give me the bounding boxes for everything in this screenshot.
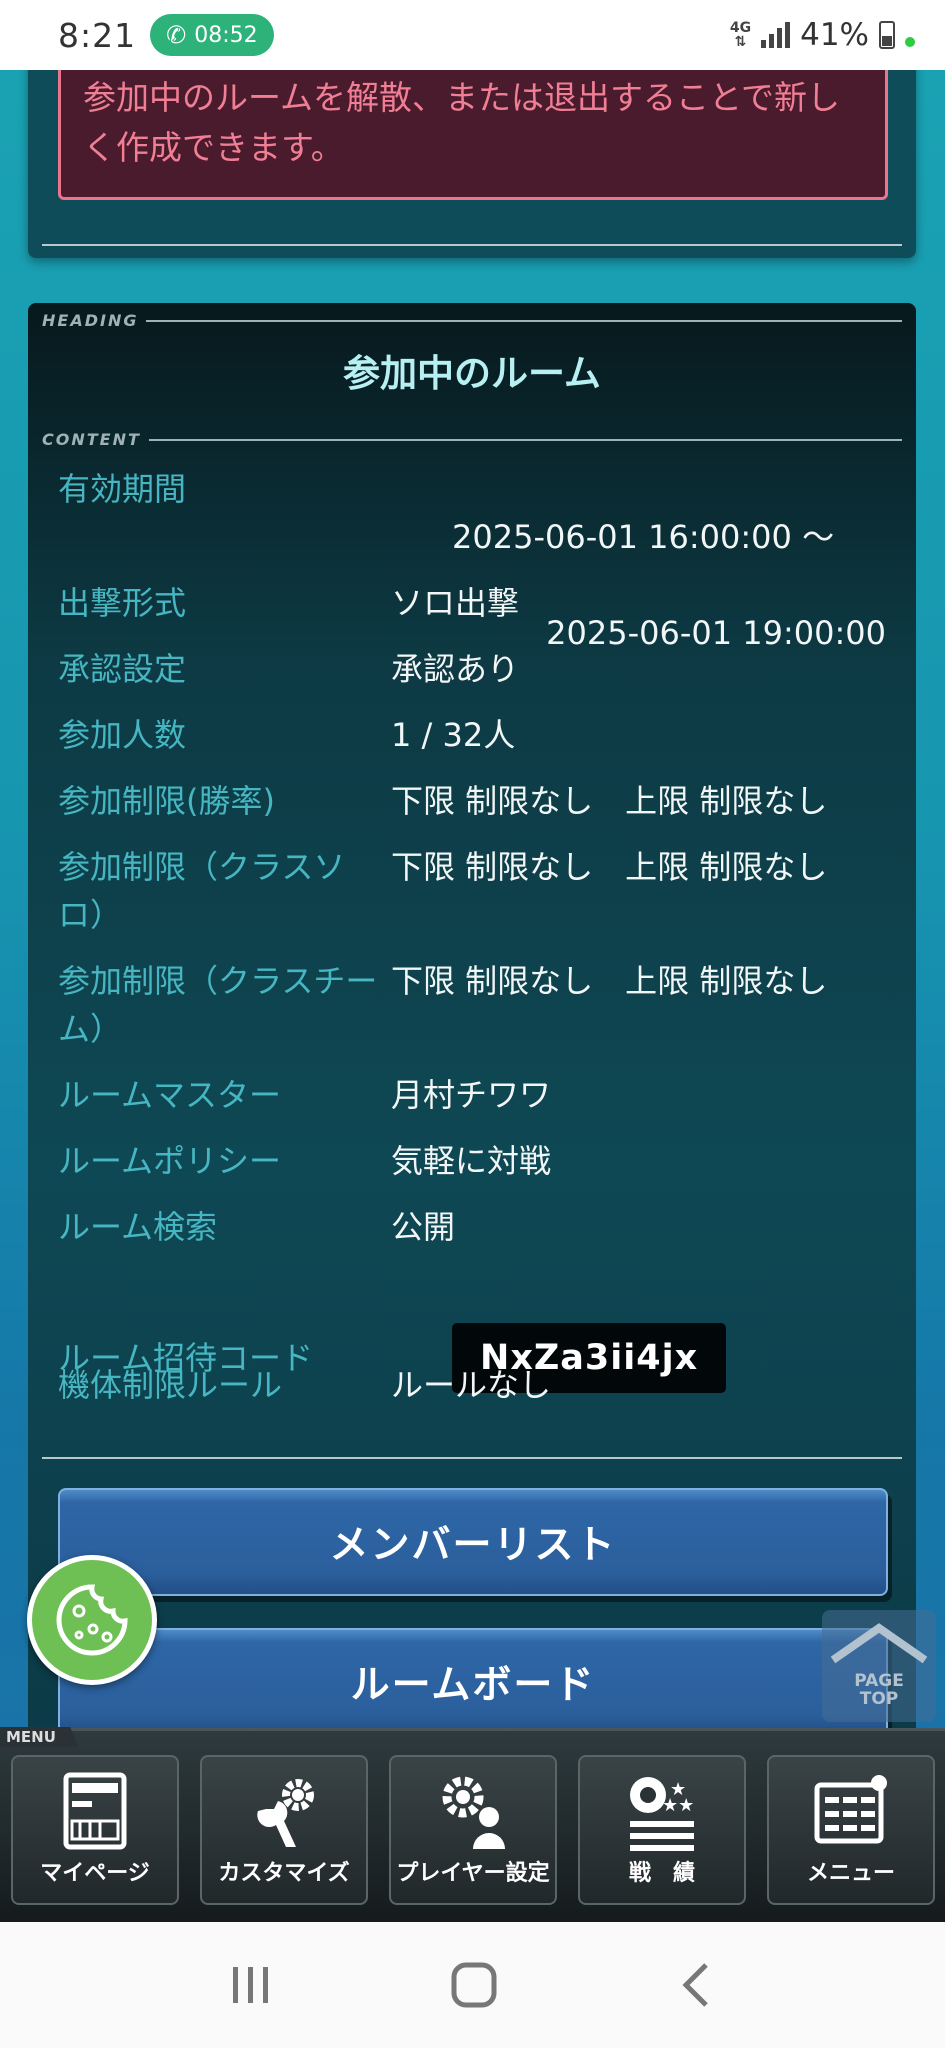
row-value: ソロ出撃 — [391, 584, 520, 622]
status-time: 8:21 — [58, 15, 137, 55]
wrench-gear-icon — [257, 1779, 314, 1847]
ongoing-call-pill[interactable]: ✆ 08:52 — [150, 14, 274, 56]
row-machine-rule: 機体制限ルール ルールなし — [58, 1361, 886, 1409]
row-value: 下限 制限なし 上限 制限なし — [391, 848, 828, 886]
row-value: 下限 制限なし 上限 制限なし — [391, 962, 828, 1000]
system-navigation-bar — [0, 1922, 945, 2048]
row-value: 公開 — [391, 1208, 456, 1246]
menu-item-customize[interactable]: カスタマイズ — [200, 1755, 368, 1905]
page-top-button[interactable]: PAGE TOP — [822, 1610, 936, 1722]
room-board-button[interactable]: ルームボード — [58, 1628, 888, 1736]
home-icon[interactable] — [450, 1961, 498, 2009]
menu-tab-label: MENU — [0, 1727, 78, 1747]
chevron-up-icon — [830, 1623, 928, 1664]
row-value: 気軽に対戦 — [391, 1142, 552, 1180]
menu-grid-icon — [814, 1775, 887, 1844]
row-winrate-limit: 参加制限(勝率) 下限 制限なし 上限 制限なし — [58, 777, 886, 825]
row-value: 下限 制限なし 上限 制限なし — [391, 782, 828, 820]
row-value: 承認あり — [391, 650, 520, 688]
row-value: 1 / 32人 — [391, 716, 516, 754]
row-class-team-limit: 参加制限（クラスチーム） 下限 制限なし 上限 制限なし — [58, 957, 886, 1053]
menu-item-player-settings[interactable]: プレイヤー設定 — [389, 1755, 557, 1905]
cookie-settings-button[interactable] — [27, 1555, 157, 1685]
divider — [42, 1457, 902, 1459]
row-label: ルーム検索 — [58, 1208, 218, 1246]
row-label: 承認設定 — [58, 650, 187, 688]
menu-item-mypage[interactable]: マイページ — [11, 1755, 179, 1905]
row-label: 参加制限(勝率) — [58, 782, 275, 820]
row-label: 参加制限（クラスソロ） — [58, 848, 346, 934]
mypage-icon — [63, 1772, 127, 1850]
row-members: 参加人数 1 / 32人 — [58, 711, 886, 759]
bottom-menu: MENU マイページ カスタマイズ プレイヤー設定 ★★ ★ 戦 績 メニュー — [0, 1727, 945, 1922]
row-label: 参加人数 — [58, 716, 187, 754]
row-label: 参加制限（クラスチーム） — [58, 962, 378, 1048]
cookie-icon — [56, 1584, 128, 1656]
row-label: 出撃形式 — [58, 584, 187, 622]
battery-percent: 41% — [800, 17, 869, 53]
row-approval: 承認設定 承認あり — [58, 645, 886, 693]
create-room-card: 参加中のルームを解散、または退出することで新しく作成できます。 — [28, 40, 916, 258]
notice-box: 参加中のルームを解散、または退出することで新しく作成できます。 — [58, 60, 888, 200]
recents-icon[interactable] — [229, 1963, 273, 2007]
menu-item-records[interactable]: ★★ ★ 戦 績 — [578, 1755, 746, 1905]
privacy-dot-icon — [905, 37, 915, 47]
notice-text: 参加中のルームを解散、または退出することで新しく作成できます。 — [83, 78, 841, 167]
row-class-solo-limit: 参加制限（クラスソロ） 下限 制限なし 上限 制限なし — [58, 843, 886, 939]
row-label: ルームマスター — [58, 1076, 282, 1114]
row-value: ルールなし — [391, 1366, 552, 1404]
heading-tag: HEADING — [42, 311, 902, 330]
member-list-button[interactable]: メンバーリスト — [58, 1488, 888, 1596]
player-gear-icon — [442, 1776, 505, 1849]
battery-icon — [879, 21, 895, 49]
svg-text:★: ★ — [670, 1779, 686, 1800]
network-type: 4G ⇅ — [729, 20, 752, 50]
menu-item-menu[interactable]: メニュー — [767, 1755, 935, 1905]
row-room-search: ルーム検索 公開 — [58, 1203, 886, 1251]
status-indicators: 4G ⇅ 41% — [730, 17, 915, 53]
row-label: 機体制限ルール — [58, 1366, 283, 1404]
row-sortie: 出撃形式 ソロ出撃 — [58, 579, 886, 627]
row-label: ルームポリシー — [58, 1142, 282, 1180]
row-value: 月村チワワ — [391, 1076, 552, 1114]
trophy-stars-icon: ★★ ★ — [630, 1777, 694, 1851]
panel-title: 参加中のルーム — [343, 352, 601, 395]
row-room-policy: ルームポリシー 気軽に対戦 — [58, 1137, 886, 1185]
row-invite-code: ルーム招待コード NxZa3ii4jx — [58, 1275, 886, 1441]
status-bar: 8:21 ✆ 08:52 4G ⇅ 41% — [0, 0, 945, 70]
phone-icon: ✆ — [166, 21, 187, 49]
back-icon[interactable] — [676, 1961, 716, 2009]
call-duration: 08:52 — [194, 22, 258, 48]
signal-icon — [761, 22, 791, 48]
content-tag: CONTENT — [42, 430, 902, 449]
divider — [42, 244, 902, 246]
row-room-master: ルームマスター 月村チワワ — [58, 1071, 886, 1119]
